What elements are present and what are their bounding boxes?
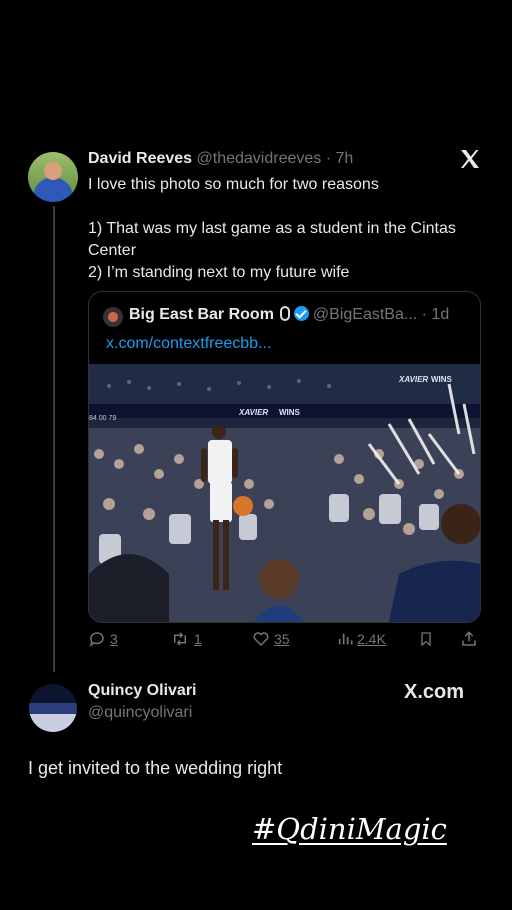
quote-header: Big East Bar Room @BigEastBa... · 1d — [129, 306, 449, 324]
reply-avatar[interactable] — [29, 684, 77, 732]
views-button[interactable]: 2.4K — [337, 630, 386, 648]
quote-author-handle: @BigEastBa... — [312, 306, 418, 323]
like-count: 35 — [274, 631, 290, 647]
share-icon — [462, 631, 476, 646]
thread-line — [53, 206, 55, 672]
repost-icon — [174, 632, 186, 646]
view-count: 2.4K — [357, 631, 386, 647]
quote-author-name: Big East Bar Room — [129, 306, 274, 323]
tweet-header: David Reeves @thedavidreeves · 7h — [88, 150, 353, 168]
tweet-time[interactable]: · 7h — [326, 150, 354, 167]
reply-text: I get invited to the wedding right — [28, 758, 283, 778]
banner-text: XAVIER — [238, 408, 268, 417]
comment-icon — [89, 632, 104, 647]
banner-text: WINS — [279, 408, 301, 417]
banner-text: WINS — [431, 375, 453, 384]
action-bar: 3 1 35 2.4K — [88, 630, 480, 652]
basketball-photo[interactable]: XAVIER WINS XAVIER WINS 84 00 79 — [89, 364, 480, 622]
tweet-line: I love this photo so much for two reason… — [88, 176, 379, 193]
author-name[interactable]: David Reeves — [88, 150, 192, 167]
x-logo-icon — [461, 150, 479, 168]
microphone-icon — [279, 306, 290, 321]
reply-author-name[interactable]: Quincy Olivari — [88, 682, 196, 700]
reply-count: 3 — [110, 631, 118, 647]
quote-link[interactable]: x.com/contextfreecbb... — [106, 335, 271, 353]
quote-avatar[interactable] — [103, 307, 123, 327]
bookmark-icon — [421, 632, 431, 647]
reply-author-handle[interactable]: @quincyolivari — [88, 704, 192, 722]
reply-button[interactable]: 3 — [88, 630, 118, 648]
heart-icon — [253, 632, 269, 647]
x-com-brand: X.com — [404, 681, 465, 703]
views-chart-icon — [338, 633, 353, 645]
tweet-line: 2) I’m standing next to my future wife — [88, 264, 350, 281]
tweet-text: I love this photo so much for two reason… — [88, 174, 488, 284]
scoreboard-text: 84 00 79 — [89, 415, 116, 422]
banner-text: XAVIER — [398, 375, 428, 384]
share-button[interactable] — [460, 630, 478, 648]
author-handle[interactable]: @thedavidreeves — [197, 150, 322, 167]
photo-illustration: XAVIER WINS XAVIER WINS 84 00 79 — [89, 364, 480, 622]
bookmark-button[interactable] — [418, 630, 434, 648]
repost-button[interactable]: 1 — [170, 630, 202, 648]
tweet-line: 1) That was my last game as a student in… — [88, 220, 456, 259]
hashtag-overlay: #QdiniMagic — [252, 812, 447, 846]
repost-count: 1 — [194, 631, 202, 647]
like-button[interactable]: 35 — [252, 630, 290, 648]
verified-badge-icon — [293, 306, 309, 321]
avatar[interactable] — [28, 152, 78, 202]
quote-tweet-card[interactable]: Big East Bar Room @BigEastBa... · 1d x.co… — [88, 291, 481, 623]
quote-time: · 1d — [421, 306, 450, 323]
